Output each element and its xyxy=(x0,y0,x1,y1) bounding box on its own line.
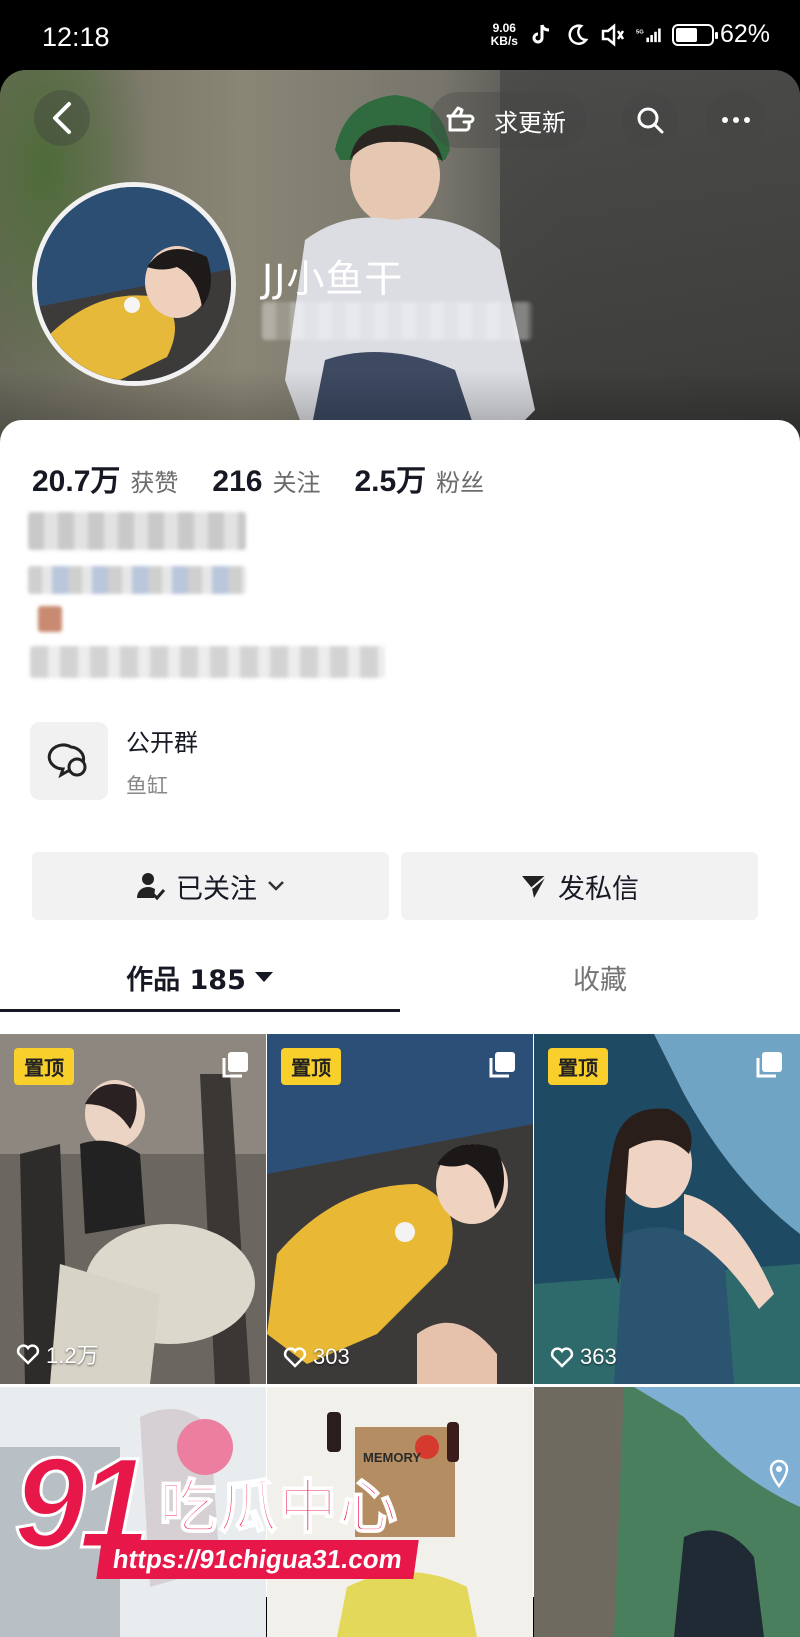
multi-image-icon xyxy=(756,1052,782,1078)
status-bar: 12:18 9.06 KB/s 5G 62% xyxy=(0,0,800,74)
send-message-button[interactable]: 发私信 xyxy=(401,852,758,920)
video-tile[interactable]: 置顶 303 xyxy=(267,1034,533,1384)
battery: 62% xyxy=(671,20,770,49)
group-subtitle: 鱼缸 xyxy=(126,773,168,798)
tab-works[interactable]: 作品 185 xyxy=(0,942,400,1012)
request-update-button[interactable]: 求更新 xyxy=(430,92,586,148)
profile-stats: 20.7万 获赞 216 关注 2.5万 粉丝 xyxy=(32,456,484,500)
public-group-entry[interactable]: 公开群 鱼缸 xyxy=(30,722,198,800)
mute-icon xyxy=(600,22,626,48)
video-tile[interactable] xyxy=(534,1387,800,1637)
chevron-left-icon xyxy=(53,102,71,134)
pointing-hand-icon xyxy=(446,106,475,132)
stat-followers[interactable]: 2.5万 粉丝 xyxy=(354,456,484,500)
watermark-url: https://91chigua31.com xyxy=(96,1540,419,1579)
moon-icon xyxy=(564,22,590,48)
followed-button[interactable]: 已关注 xyxy=(32,852,389,920)
tiktok-icon xyxy=(528,22,554,48)
watermark: 91 吃瓜中心 https://91chigua31.com xyxy=(12,1430,419,1590)
location-icon xyxy=(769,1459,789,1489)
send-icon xyxy=(522,875,547,898)
chevron-down-icon xyxy=(268,881,284,891)
bio-redacted xyxy=(28,512,246,550)
video-thumbnail xyxy=(534,1034,800,1384)
send-message-label: 发私信 xyxy=(558,873,639,905)
status-icons: 9.06 KB/s 5G 62% xyxy=(491,20,770,49)
like-count: 363 xyxy=(550,1344,617,1370)
svg-text:5G: 5G xyxy=(636,29,644,35)
battery-percent: 62% xyxy=(719,20,770,48)
heart-icon xyxy=(550,1347,574,1368)
video-thumbnail xyxy=(267,1034,533,1384)
chat-bubbles-icon xyxy=(30,722,108,800)
request-update-label: 求更新 xyxy=(494,108,566,137)
content-tabs: 作品 185 收藏 xyxy=(0,942,800,1012)
network-speed: 9.06 KB/s xyxy=(490,20,518,48)
username: JJ小鱼干 xyxy=(262,257,404,301)
video-tile[interactable]: 置顶 1.2万 xyxy=(0,1034,266,1384)
bio-redacted xyxy=(28,566,246,594)
heart-icon xyxy=(283,1347,307,1368)
tab-favorites[interactable]: 收藏 xyxy=(400,942,800,1012)
video-thumbnail xyxy=(534,1387,800,1637)
search-icon xyxy=(637,107,664,134)
pinned-badge: 置顶 xyxy=(548,1048,608,1085)
video-tile[interactable]: 置顶 363 xyxy=(534,1034,800,1384)
like-count: 1.2万 xyxy=(16,1338,99,1370)
avatar[interactable] xyxy=(32,182,236,386)
user-check-icon xyxy=(137,873,166,901)
heart-icon xyxy=(16,1344,40,1365)
status-time: 12:18 xyxy=(42,22,110,52)
video-thumbnail xyxy=(0,1034,266,1384)
stat-following[interactable]: 216 关注 xyxy=(212,463,320,499)
back-button[interactable] xyxy=(34,90,90,146)
more-button[interactable] xyxy=(706,92,766,148)
profile-tags-redacted xyxy=(30,646,385,678)
watermark-name: 吃瓜中心 xyxy=(158,1472,400,1542)
bio-redacted xyxy=(38,606,62,632)
followed-label: 已关注 xyxy=(176,873,257,905)
account-id-redacted xyxy=(262,302,532,340)
pinned-badge: 置顶 xyxy=(14,1048,74,1085)
battery-icon xyxy=(671,23,718,46)
search-button[interactable] xyxy=(622,92,678,148)
signal-icon: 5G xyxy=(636,22,662,48)
like-count: 303 xyxy=(283,1344,350,1370)
multi-image-icon xyxy=(222,1052,248,1078)
active-tab-indicator xyxy=(0,1009,400,1012)
more-icon xyxy=(722,117,728,123)
group-title: 公开群 xyxy=(126,728,198,757)
caret-down-icon xyxy=(254,972,273,982)
pinned-badge: 置顶 xyxy=(281,1048,341,1085)
profile-actions: 已关注 发私信 xyxy=(32,852,758,920)
multi-image-icon xyxy=(489,1052,515,1078)
stat-likes: 20.7万 获赞 xyxy=(32,465,179,498)
